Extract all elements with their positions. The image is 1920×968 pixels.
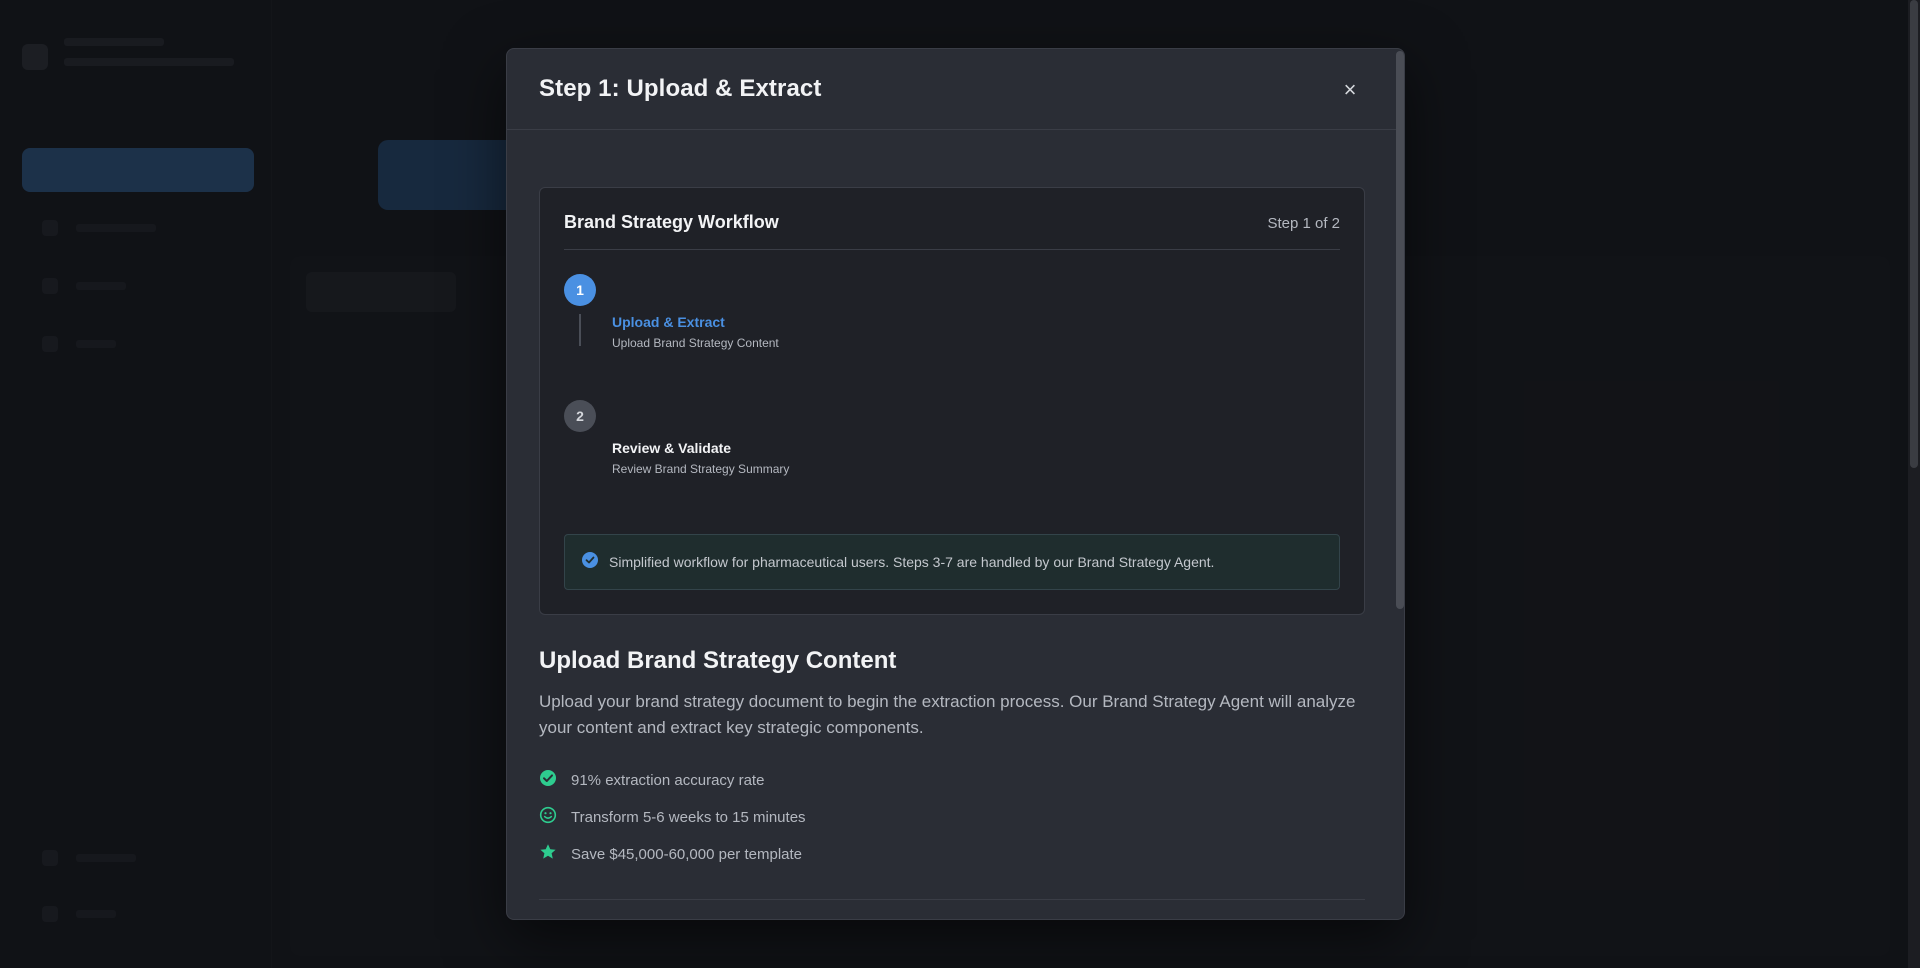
benefit-item: 91% extraction accuracy rate (539, 769, 1369, 806)
step-number-badge: 1 (564, 274, 596, 306)
modal-scrollbar[interactable] (1396, 49, 1404, 609)
check-circle-icon (539, 769, 557, 787)
upload-section-title: Upload Brand Strategy Content (539, 647, 897, 674)
step-connector (579, 314, 581, 346)
smile-icon (539, 806, 557, 824)
page-scrollbar-thumb[interactable] (1910, 0, 1918, 468)
close-button[interactable]: × (1335, 74, 1365, 104)
upload-extract-modal: Step 1: Upload & Extract × Brand Strateg… (506, 48, 1405, 920)
benefit-list: 91% extraction accuracy rate Transform 5… (539, 769, 1369, 880)
benefit-item: Transform 5-6 weeks to 15 minutes (539, 806, 1369, 843)
star-icon (539, 843, 557, 861)
upload-section-description: Upload your brand strategy document to b… (539, 692, 1356, 737)
modal-title: Step 1: Upload & Extract (539, 75, 822, 102)
step-title: Review & Validate (612, 440, 732, 456)
modal-scrollbar-thumb[interactable] (1396, 51, 1404, 609)
check-badge-icon (582, 552, 598, 568)
benefit-text: Transform 5-6 weeks to 15 minutes (571, 809, 806, 826)
section-divider (539, 899, 1365, 900)
workflow-info-banner: Simplified workflow for pharmaceutical u… (564, 534, 1340, 590)
step-subtitle: Upload Brand Strategy Content (612, 336, 779, 350)
workflow-info-text: Simplified workflow for pharmaceutical u… (609, 554, 1215, 570)
benefit-item: Save $45,000-60,000 per template (539, 843, 1369, 880)
step-title: Upload & Extract (612, 314, 725, 330)
benefit-text: Save $45,000-60,000 per template (571, 846, 802, 863)
benefit-text: 91% extraction accuracy rate (571, 772, 765, 789)
workflow-header: Brand Strategy Workflow Step 1 of 2 (564, 188, 1340, 250)
step-number-badge: 2 (564, 400, 596, 432)
step-subtitle: Review Brand Strategy Summary (612, 462, 790, 476)
page-scrollbar[interactable] (1908, 0, 1920, 968)
modal-header: Step 1: Upload & Extract × (507, 49, 1404, 130)
workflow-card: Brand Strategy Workflow Step 1 of 2 1 Up… (539, 187, 1365, 615)
workflow-title: Brand Strategy Workflow (564, 212, 779, 232)
step-counter: Step 1 of 2 (1267, 215, 1340, 232)
